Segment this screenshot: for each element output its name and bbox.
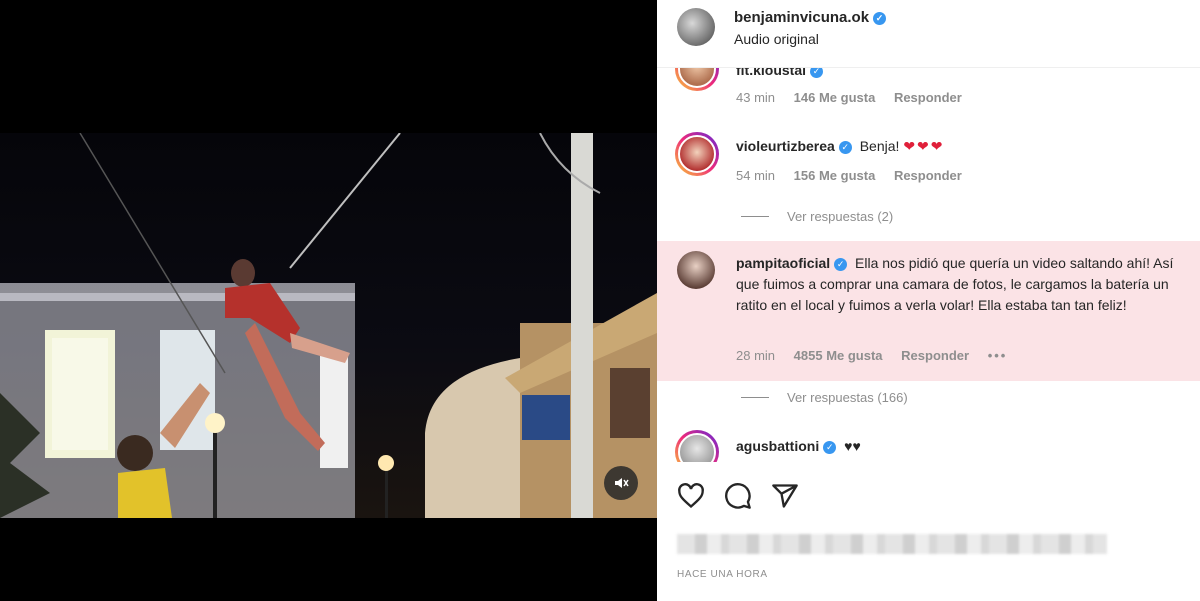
verified-badge-icon: ✓ <box>834 258 848 271</box>
reply-button[interactable]: Responder <box>901 348 969 363</box>
comment-item: violeurtizberea ✓ Benja! ❤❤❤ 54 min 156 M… <box>657 126 1200 236</box>
view-replies-label[interactable]: Ver respuestas (166) <box>787 390 908 405</box>
view-replies-button[interactable]: Ver respuestas (166) <box>741 390 908 405</box>
post-panel: benjaminvicuna.ok ✓ Audio original fit.ki… <box>657 0 1200 601</box>
verified-badge-icon: ✓ <box>838 141 852 154</box>
comment-text: pampitaoficial ✓ Ella nos pidió que querí… <box>736 253 1186 316</box>
comment-text: violeurtizberea ✓ Benja! ❤❤❤ <box>736 136 1186 157</box>
comment-avatar[interactable] <box>675 430 719 462</box>
verified-badge-icon: ✓ <box>823 441 837 454</box>
mute-button[interactable] <box>604 466 638 500</box>
instagram-post-viewer: benjaminvicuna.ok ✓ Audio original fit.ki… <box>0 0 1200 601</box>
send-icon[interactable] <box>771 482 799 510</box>
comment-text: fit.kioustal ✓ <box>736 68 1186 81</box>
verified-badge-icon: ✓ <box>810 68 824 78</box>
replies-divider <box>741 216 769 217</box>
comment-item-highlighted: pampitaoficial ✓ Ella nos pidió que querí… <box>657 241 1200 381</box>
post-timestamp: HACE UNA HORA <box>677 569 768 580</box>
reply-button[interactable]: Responder <box>894 168 962 183</box>
comment-time: 54 min <box>736 168 776 183</box>
pixelated-likes-text <box>677 534 1107 554</box>
comment-time: 43 min <box>736 90 776 105</box>
liked-by-row[interactable] <box>677 534 1107 554</box>
post-header: benjaminvicuna.ok ✓ Audio original <box>657 0 1200 68</box>
comment-likes[interactable]: 146 Me gusta <box>794 90 876 105</box>
comment-likes[interactable]: 4855 Me gusta <box>794 348 883 363</box>
comment-icon[interactable] <box>724 482 752 510</box>
comment-username[interactable]: pampitaoficial <box>736 255 830 271</box>
comment-username[interactable]: violeurtizberea <box>736 138 835 154</box>
verified-badge-icon: ✓ <box>873 12 887 25</box>
author-avatar[interactable] <box>677 8 715 46</box>
audio-label[interactable]: Audio original <box>734 31 819 47</box>
video-frame <box>0 133 657 518</box>
video-player[interactable] <box>0 0 657 601</box>
comment-username[interactable]: agusbattioni <box>736 438 819 454</box>
reply-button[interactable]: Responder <box>894 90 962 105</box>
replies-divider <box>741 397 769 398</box>
comment-meta: 28 min 4855 Me gusta Responder ••• <box>736 348 1022 363</box>
comment-likes[interactable]: 156 Me gusta <box>794 168 876 183</box>
comment-avatar[interactable] <box>677 251 715 289</box>
comment-avatar[interactable] <box>675 68 719 91</box>
comment-time: 28 min <box>736 348 776 363</box>
comment-avatar[interactable] <box>675 132 719 176</box>
author-username[interactable]: benjaminvicuna.ok <box>734 9 869 26</box>
heart-icon[interactable] <box>677 482 705 510</box>
post-actions-bar <box>657 474 1200 518</box>
view-replies-label[interactable]: Ver respuestas (2) <box>787 209 893 224</box>
comment-text: agusbattioni ✓ ♥♥ <box>736 436 1186 457</box>
comments-list[interactable]: fit.kioustal ✓ 43 min 146 Me gusta Respon… <box>657 68 1200 462</box>
comment-meta: 43 min 146 Me gusta Responder <box>736 90 977 105</box>
comment-item: agusbattioni ✓ ♥♥ <box>657 430 1200 462</box>
hearts-emoji: ❤❤❤ <box>903 138 945 154</box>
comment-body: Benja! <box>859 138 900 154</box>
more-options-button[interactable]: ••• <box>988 348 1008 363</box>
author-username-row[interactable]: benjaminvicuna.ok ✓ <box>734 9 887 26</box>
view-replies-button[interactable]: Ver respuestas (2) <box>741 209 893 224</box>
comment-username[interactable]: fit.kioustal <box>736 68 806 78</box>
muted-speaker-icon <box>615 478 629 488</box>
comment-meta: 54 min 156 Me gusta Responder <box>736 168 977 183</box>
comment-item: fit.kioustal ✓ 43 min 146 Me gusta Respon… <box>657 68 1200 114</box>
comment-body: ♥♥ <box>844 438 861 454</box>
